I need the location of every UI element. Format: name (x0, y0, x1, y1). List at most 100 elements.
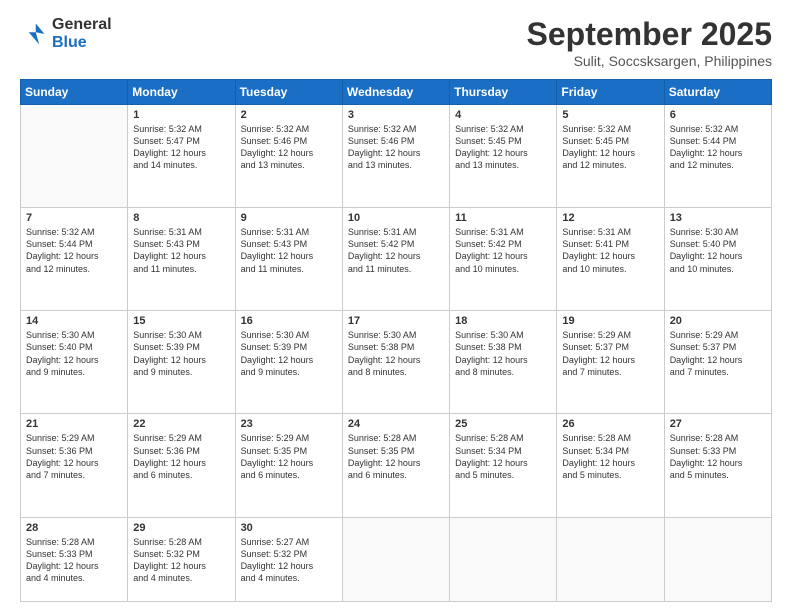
calendar-table: SundayMondayTuesdayWednesdayThursdayFrid… (20, 79, 772, 602)
day-info: Sunrise: 5:28 AM Sunset: 5:32 PM Dayligh… (133, 536, 229, 585)
day-cell: 16 Sunrise: 5:30 AM Sunset: 5:39 PM Dayli… (235, 311, 342, 414)
day-number: 23 (241, 418, 337, 430)
day-info: Sunrise: 5:32 AM Sunset: 5:44 PM Dayligh… (670, 123, 766, 172)
day-cell: 30Sunrise: 5:27 AM Sunset: 5:32 PM Dayli… (235, 517, 342, 601)
weekday-header-monday: Monday (128, 80, 235, 105)
day-number: 17 (348, 315, 444, 327)
day-cell (342, 517, 449, 601)
day-cell (450, 517, 557, 601)
day-number: 4 (455, 109, 551, 121)
day-info: Sunrise: 5:30 AM Sunset: 5:40 PM Dayligh… (670, 226, 766, 275)
day-cell (21, 105, 128, 208)
day-cell: 3Sunrise: 5:32 AM Sunset: 5:46 PM Daylig… (342, 105, 449, 208)
day-number: 15 (133, 315, 229, 327)
header: General Blue September 2025 Sulit, Soccs… (20, 16, 772, 69)
location-title: Sulit, Soccsksargen, Philippines (527, 53, 772, 69)
day-cell: 14 Sunrise: 5:30 AM Sunset: 5:40 PM Dayli… (21, 311, 128, 414)
logo-general: General (52, 16, 112, 34)
day-info: Sunrise: 5:31 AM Sunset: 5:42 PM Dayligh… (348, 226, 444, 275)
day-cell: 25 Sunrise: 5:28 AM Sunset: 5:34 PM Dayli… (450, 414, 557, 517)
day-info: Sunrise: 5:32 AM Sunset: 5:45 PM Dayligh… (455, 123, 551, 172)
day-cell (557, 517, 664, 601)
day-info: Sunrise: 5:27 AM Sunset: 5:32 PM Dayligh… (241, 536, 337, 585)
weekday-header-thursday: Thursday (450, 80, 557, 105)
day-cell: 7 Sunrise: 5:32 AM Sunset: 5:44 PM Daylig… (21, 208, 128, 311)
day-number: 12 (562, 212, 658, 224)
day-number: 22 (133, 418, 229, 430)
day-cell: 20 Sunrise: 5:29 AM Sunset: 5:37 PM Dayli… (664, 311, 771, 414)
week-row-1: 1Sunrise: 5:32 AM Sunset: 5:47 PM Daylig… (21, 105, 772, 208)
day-info: Sunrise: 5:29 AM Sunset: 5:35 PM Dayligh… (241, 432, 337, 481)
day-number: 6 (670, 109, 766, 121)
day-number: 18 (455, 315, 551, 327)
day-number: 24 (348, 418, 444, 430)
day-cell: 19 Sunrise: 5:29 AM Sunset: 5:37 PM Dayli… (557, 311, 664, 414)
day-cell: 10 Sunrise: 5:31 AM Sunset: 5:42 PM Dayli… (342, 208, 449, 311)
day-info: Sunrise: 5:28 AM Sunset: 5:34 PM Dayligh… (455, 432, 551, 481)
day-number: 11 (455, 212, 551, 224)
day-info: Sunrise: 5:32 AM Sunset: 5:44 PM Dayligh… (26, 226, 122, 275)
day-info: Sunrise: 5:29 AM Sunset: 5:36 PM Dayligh… (26, 432, 122, 481)
week-row-5: 28 Sunrise: 5:28 AM Sunset: 5:33 PM Dayli… (21, 517, 772, 601)
day-number: 14 (26, 315, 122, 327)
day-cell: 28 Sunrise: 5:28 AM Sunset: 5:33 PM Dayli… (21, 517, 128, 601)
day-number: 20 (670, 315, 766, 327)
day-cell: 4 Sunrise: 5:32 AM Sunset: 5:45 PM Daylig… (450, 105, 557, 208)
weekday-header-saturday: Saturday (664, 80, 771, 105)
day-number: 26 (562, 418, 658, 430)
day-info: Sunrise: 5:29 AM Sunset: 5:36 PM Dayligh… (133, 432, 229, 481)
day-cell: 12 Sunrise: 5:31 AM Sunset: 5:41 PM Dayli… (557, 208, 664, 311)
day-info: Sunrise: 5:30 AM Sunset: 5:39 PM Dayligh… (133, 329, 229, 378)
week-row-4: 21 Sunrise: 5:29 AM Sunset: 5:36 PM Dayli… (21, 414, 772, 517)
day-info: Sunrise: 5:30 AM Sunset: 5:38 PM Dayligh… (348, 329, 444, 378)
day-number: 27 (670, 418, 766, 430)
day-info: Sunrise: 5:31 AM Sunset: 5:43 PM Dayligh… (241, 226, 337, 275)
day-info: Sunrise: 5:30 AM Sunset: 5:40 PM Dayligh… (26, 329, 122, 378)
day-info: Sunrise: 5:28 AM Sunset: 5:34 PM Dayligh… (562, 432, 658, 481)
day-info: Sunrise: 5:30 AM Sunset: 5:38 PM Dayligh… (455, 329, 551, 378)
week-row-2: 7 Sunrise: 5:32 AM Sunset: 5:44 PM Daylig… (21, 208, 772, 311)
day-cell: 22 Sunrise: 5:29 AM Sunset: 5:36 PM Dayli… (128, 414, 235, 517)
weekday-header-friday: Friday (557, 80, 664, 105)
day-cell: 15 Sunrise: 5:30 AM Sunset: 5:39 PM Dayli… (128, 311, 235, 414)
week-row-3: 14 Sunrise: 5:30 AM Sunset: 5:40 PM Dayli… (21, 311, 772, 414)
day-number: 19 (562, 315, 658, 327)
day-number: 16 (241, 315, 337, 327)
day-cell: 26 Sunrise: 5:28 AM Sunset: 5:34 PM Dayli… (557, 414, 664, 517)
day-info: Sunrise: 5:31 AM Sunset: 5:41 PM Dayligh… (562, 226, 658, 275)
day-cell: 18 Sunrise: 5:30 AM Sunset: 5:38 PM Dayli… (450, 311, 557, 414)
day-number: 25 (455, 418, 551, 430)
day-info: Sunrise: 5:28 AM Sunset: 5:33 PM Dayligh… (670, 432, 766, 481)
day-number: 13 (670, 212, 766, 224)
day-info: Sunrise: 5:32 AM Sunset: 5:45 PM Dayligh… (562, 123, 658, 172)
weekday-header-tuesday: Tuesday (235, 80, 342, 105)
page: General Blue September 2025 Sulit, Soccs… (0, 0, 792, 612)
day-cell: 13 Sunrise: 5:30 AM Sunset: 5:40 PM Dayli… (664, 208, 771, 311)
day-number: 8 (133, 212, 229, 224)
weekday-header-sunday: Sunday (21, 80, 128, 105)
day-info: Sunrise: 5:28 AM Sunset: 5:33 PM Dayligh… (26, 536, 122, 585)
day-cell: 6 Sunrise: 5:32 AM Sunset: 5:44 PM Daylig… (664, 105, 771, 208)
day-cell: 27 Sunrise: 5:28 AM Sunset: 5:33 PM Dayli… (664, 414, 771, 517)
day-number: 10 (348, 212, 444, 224)
day-info: Sunrise: 5:30 AM Sunset: 5:39 PM Dayligh… (241, 329, 337, 378)
day-cell (664, 517, 771, 601)
day-cell: 2Sunrise: 5:32 AM Sunset: 5:46 PM Daylig… (235, 105, 342, 208)
weekday-header-row: SundayMondayTuesdayWednesdayThursdayFrid… (21, 80, 772, 105)
day-info: Sunrise: 5:29 AM Sunset: 5:37 PM Dayligh… (670, 329, 766, 378)
day-cell: 21 Sunrise: 5:29 AM Sunset: 5:36 PM Dayli… (21, 414, 128, 517)
day-number: 5 (562, 109, 658, 121)
day-number: 1 (133, 109, 229, 121)
day-number: 7 (26, 212, 122, 224)
logo-icon (20, 20, 48, 48)
logo-blue: Blue (52, 34, 112, 52)
day-number: 21 (26, 418, 122, 430)
day-info: Sunrise: 5:31 AM Sunset: 5:42 PM Dayligh… (455, 226, 551, 275)
logo-text: General Blue (52, 16, 112, 52)
day-number: 28 (26, 522, 122, 534)
day-cell: 24 Sunrise: 5:28 AM Sunset: 5:35 PM Dayli… (342, 414, 449, 517)
day-info: Sunrise: 5:28 AM Sunset: 5:35 PM Dayligh… (348, 432, 444, 481)
day-info: Sunrise: 5:29 AM Sunset: 5:37 PM Dayligh… (562, 329, 658, 378)
weekday-header-wednesday: Wednesday (342, 80, 449, 105)
day-cell: 11 Sunrise: 5:31 AM Sunset: 5:42 PM Dayli… (450, 208, 557, 311)
